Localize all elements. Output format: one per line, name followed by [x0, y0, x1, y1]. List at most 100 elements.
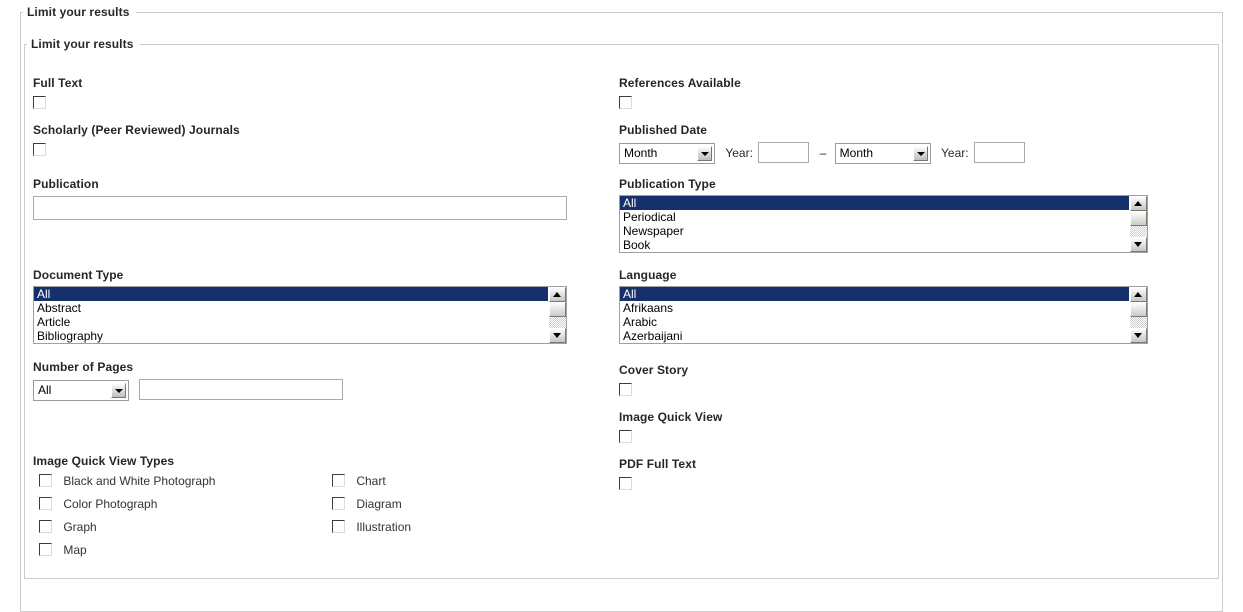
listbox-option[interactable]: All [620, 196, 1130, 210]
image-quick-view-types-field: Image Quick View Types Black and White P… [33, 454, 411, 557]
illustration-label: Illustration [356, 519, 412, 534]
published-date-label: Published Date [619, 123, 708, 137]
from-year-input[interactable] [758, 142, 810, 163]
listbox-option[interactable]: Arabic [620, 315, 1130, 329]
language-options: All Afrikaans Arabic Azerbaijani [620, 287, 1130, 343]
to-month-value: Month [839, 145, 874, 160]
chevron-down-icon[interactable] [111, 382, 126, 398]
diagram-label: Diagram [356, 496, 402, 511]
illustration-checkbox[interactable] [332, 520, 345, 534]
image-quick-view-field: Image Quick View [619, 410, 723, 444]
references-available-label: References Available [619, 76, 741, 90]
cover-story-label: Cover Story [619, 363, 689, 377]
to-year-input[interactable] [973, 142, 1025, 163]
pdf-full-text-checkbox[interactable] [619, 477, 632, 491]
listbox-option[interactable]: All [620, 287, 1130, 301]
publication-type-label: Publication Type [619, 177, 716, 191]
outer-fieldset-legend: Limit your results [23, 5, 136, 19]
number-of-pages-input[interactable] [139, 379, 344, 400]
cover-story-field: Cover Story [619, 363, 689, 397]
number-of-pages-label: Number of Pages [33, 360, 134, 374]
full-text-checkbox[interactable] [33, 96, 46, 110]
graph-checkbox[interactable] [39, 520, 52, 534]
publication-label: Publication [33, 177, 99, 191]
inner-fieldset-legend: Limit your results [27, 37, 140, 51]
scholarly-journals-checkbox[interactable] [33, 143, 46, 157]
black-and-white-photograph-label: Black and White Photograph [63, 473, 216, 488]
published-date-to-month-select[interactable]: Month [834, 142, 931, 164]
scroll-down-arrow-icon[interactable] [549, 328, 566, 343]
scholarly-journals-field: Scholarly (Peer Reviewed) Journals [33, 123, 240, 157]
listbox-option[interactable]: Bibliography [34, 329, 549, 343]
listbox-option[interactable]: Azerbaijani [620, 329, 1130, 343]
checkbox-row-graph[interactable]: Graph [39, 519, 97, 534]
pdf-full-text-label: PDF Full Text [619, 457, 697, 471]
scrollbar-thumb[interactable] [549, 302, 566, 317]
document-type-label: Document Type [33, 268, 124, 282]
checkbox-row-map[interactable]: Map [39, 542, 87, 557]
scroll-up-arrow-icon[interactable] [1130, 287, 1147, 302]
publication-input[interactable] [33, 196, 567, 220]
chevron-down-icon[interactable] [697, 145, 712, 161]
publication-type-field: Publication Type All Periodical Newspape… [619, 177, 1148, 253]
color-photograph-label: Color Photograph [63, 496, 158, 511]
image-quick-view-types-label: Image Quick View Types [33, 454, 175, 468]
number-of-pages-field: Number of Pages All [33, 360, 344, 401]
chart-checkbox[interactable] [332, 474, 345, 488]
language-listbox[interactable]: All Afrikaans Arabic Azerbaijani [619, 286, 1148, 344]
published-date-from-month-select[interactable]: Month [619, 142, 715, 164]
publication-type-options: All Periodical Newspaper Book [620, 196, 1130, 252]
chevron-down-icon[interactable] [912, 145, 928, 161]
references-available-checkbox[interactable] [619, 96, 632, 110]
listbox-option[interactable]: Abstract [34, 301, 549, 315]
publication-field: Publication [33, 177, 567, 220]
map-checkbox[interactable] [39, 543, 52, 557]
document-type-scrollbar[interactable] [548, 287, 566, 343]
checkbox-row-diagram[interactable]: Diagram [332, 496, 402, 511]
black-and-white-photograph-checkbox[interactable] [39, 474, 52, 488]
cover-story-checkbox[interactable] [619, 383, 632, 397]
checkbox-row-color-photograph[interactable]: Color Photograph [39, 496, 157, 511]
language-scrollbar[interactable] [1129, 287, 1147, 343]
checkbox-row-illustration[interactable]: Illustration [332, 519, 411, 534]
pdf-full-text-field: PDF Full Text [619, 457, 697, 491]
scrollbar-thumb[interactable] [1130, 302, 1147, 317]
diagram-checkbox[interactable] [332, 497, 345, 511]
chart-label: Chart [356, 473, 386, 488]
document-type-listbox[interactable]: All Abstract Article Bibliography [33, 286, 567, 344]
map-label: Map [63, 542, 87, 557]
document-type-options: All Abstract Article Bibliography [34, 287, 549, 343]
scroll-down-arrow-icon[interactable] [1130, 328, 1147, 343]
language-label: Language [619, 268, 677, 282]
checkbox-row-chart[interactable]: Chart [332, 473, 386, 488]
language-field: Language All Afrikaans Arabic Azerbaijan… [619, 268, 1148, 344]
color-photograph-checkbox[interactable] [39, 497, 52, 511]
image-quick-view-checkbox[interactable] [619, 430, 632, 444]
publication-type-listbox[interactable]: All Periodical Newspaper Book [619, 195, 1148, 253]
listbox-option[interactable]: Newspaper [620, 224, 1130, 238]
full-text-label: Full Text [33, 76, 83, 90]
full-text-field: Full Text [33, 76, 83, 110]
published-date-field: Published Date Month Year: – Month Year: [619, 123, 1025, 164]
to-year-label: Year: [941, 146, 969, 161]
listbox-option[interactable]: Article [34, 315, 549, 329]
listbox-option[interactable]: Periodical [620, 210, 1130, 224]
publication-type-scrollbar[interactable] [1129, 196, 1147, 252]
scholarly-journals-label: Scholarly (Peer Reviewed) Journals [33, 123, 240, 137]
listbox-option[interactable]: Book [620, 238, 1130, 252]
scrollbar-thumb[interactable] [1130, 211, 1147, 226]
scroll-up-arrow-icon[interactable] [1130, 196, 1147, 211]
references-available-field: References Available [619, 76, 741, 110]
number-of-pages-select[interactable]: All [33, 379, 129, 401]
from-month-value: Month [624, 145, 658, 160]
from-year-label: Year: [725, 146, 753, 161]
scroll-down-arrow-icon[interactable] [1130, 237, 1147, 252]
image-quick-view-label: Image Quick View [619, 410, 723, 424]
number-of-pages-select-value: All [38, 382, 52, 397]
scroll-up-arrow-icon[interactable] [549, 287, 566, 302]
document-type-field: Document Type All Abstract Article Bibli… [33, 268, 567, 344]
listbox-option[interactable]: Afrikaans [620, 301, 1130, 315]
graph-label: Graph [63, 519, 97, 534]
checkbox-row-bw-photograph[interactable]: Black and White Photograph [39, 473, 215, 488]
listbox-option[interactable]: All [34, 287, 549, 301]
